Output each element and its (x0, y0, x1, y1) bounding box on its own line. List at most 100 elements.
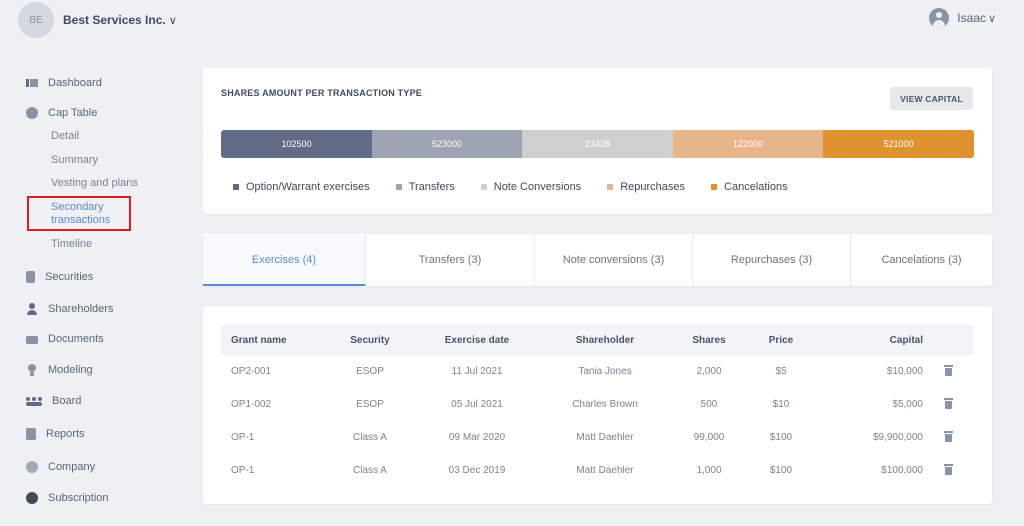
highlight-box (27, 196, 131, 231)
column-header-shareholder[interactable]: Shareholder (545, 325, 665, 355)
sidebar-item-label: Subscription (48, 492, 109, 504)
sidebar-item-label: Dashboard (48, 77, 102, 89)
column-header-security[interactable]: Security (331, 325, 409, 355)
chevron-down-icon: ∨ (987, 12, 996, 25)
tab-repurchases[interactable]: Repurchases (3) (693, 234, 851, 286)
sidebar-item-label: Cap Table (48, 107, 98, 119)
legend-swatch (607, 184, 614, 190)
shares-stacked-bar: 102500 523000 23428 122000 521000 (221, 130, 974, 158)
view-capital-button[interactable]: VIEW CAPITAL (890, 87, 973, 110)
trash-icon[interactable] (943, 397, 953, 409)
trash-icon[interactable] (943, 430, 953, 442)
folder-icon (26, 333, 38, 345)
legend-label: Repurchases (620, 181, 686, 193)
legend-item: Transfers (395, 181, 455, 193)
cell-price: $10 (772, 399, 790, 410)
sidebar-subitem-vesting[interactable]: Vesting and plans (51, 177, 138, 189)
cell-shareholder: Matt Daehler (576, 465, 634, 476)
legend-item: Cancelations (711, 181, 788, 193)
cell-exercise-date: 11 Jul 2021 (451, 366, 503, 377)
legend-label: Transfers (408, 181, 455, 193)
cell-security: ESOP (356, 399, 384, 410)
cell-price: $100 (769, 432, 793, 443)
user-menu[interactable]: Isaac ∨ (929, 8, 996, 28)
sidebar-item-board[interactable]: Board (26, 395, 81, 407)
sidebar-subitem-detail[interactable]: Detail (51, 130, 79, 142)
sidebar-item-dashboard[interactable]: Dashboard (26, 77, 102, 89)
company-switcher[interactable]: BE Best Services Inc. ∨ (18, 2, 177, 38)
table-row[interactable]: OP-1 Class A 03 Dec 2019 Matt Daehler 1,… (221, 454, 973, 487)
shares-card-title: SHARES AMOUNT PER TRANSACTION TYPE (221, 88, 422, 98)
pie-chart-icon (26, 107, 38, 119)
cell-capital: $9,900,000 (872, 432, 923, 443)
tab-note-conversions[interactable]: Note conversions (3) (535, 234, 693, 286)
sidebar-item-label: Modeling (48, 364, 93, 376)
cell-shares: 500 (700, 399, 718, 410)
cell-price: $5 (775, 366, 787, 377)
dollar-icon (26, 492, 38, 504)
cell-grant-name: OP1-002 (231, 399, 272, 410)
cell-shareholder: Tania Jones (578, 366, 632, 377)
table-row[interactable]: OP2-001 ESOP 11 Jul 2021 Tania Jones 2,0… (221, 355, 973, 388)
chevron-down-icon: ∨ (168, 14, 177, 27)
user-name: Isaac (957, 11, 986, 25)
sidebar-item-cap-table[interactable]: Cap Table (26, 107, 97, 119)
legend-swatch (395, 184, 402, 190)
dashboard-icon (26, 77, 38, 89)
legend-label: Cancelations (724, 181, 788, 193)
sidebar-item-documents[interactable]: Documents (26, 333, 104, 345)
table-row[interactable]: OP-1 Class A 09 Mar 2020 Matt Daehler 99… (221, 421, 973, 454)
sidebar-item-securities[interactable]: Securities (26, 271, 93, 283)
legend-item: Repurchases (607, 181, 685, 193)
lightbulb-icon (26, 364, 38, 376)
shares-card: SHARES AMOUNT PER TRANSACTION TYPE VIEW … (203, 68, 992, 214)
legend-label: Option/Warrant exercises (246, 181, 370, 193)
gear-icon (26, 461, 38, 473)
sidebar-item-reports[interactable]: Reports (26, 428, 85, 440)
legend-swatch (711, 184, 718, 190)
sidebar-subitem-summary[interactable]: Summary (51, 154, 98, 166)
sidebar-item-label: Company (48, 461, 96, 473)
column-header-capital[interactable]: Capital (809, 325, 923, 355)
cell-shareholder: Matt Daehler (576, 432, 634, 443)
user-circle-icon (929, 8, 950, 28)
exercises-card: Grant name Security Exercise date Shareh… (203, 306, 992, 504)
column-header-grant-name[interactable]: Grant name (221, 325, 331, 355)
report-icon (26, 428, 36, 440)
sidebar-item-company[interactable]: Company (26, 461, 95, 473)
column-header-price[interactable]: Price (753, 325, 809, 355)
tab-transfers[interactable]: Transfers (3) (366, 234, 535, 286)
cell-shareholder: Charles Brown (572, 399, 638, 410)
table-header-row: Grant name Security Exercise date Shareh… (221, 325, 973, 355)
cell-capital: $100,000 (881, 465, 923, 476)
table-row[interactable]: OP1-002 ESOP 05 Jul 2021 Charles Brown 5… (221, 388, 973, 421)
cell-shares: 2,000 (696, 366, 722, 377)
column-header-shares[interactable]: Shares (665, 325, 753, 355)
cell-price: $100 (769, 465, 793, 476)
legend-swatch (233, 184, 239, 190)
trash-icon[interactable] (943, 364, 953, 376)
sidebar-item-label: Documents (48, 333, 104, 345)
cell-capital: $10,000 (886, 366, 923, 377)
legend-item: Option/Warrant exercises (233, 181, 370, 193)
trash-icon[interactable] (943, 463, 953, 475)
sidebar-item-shareholders[interactable]: Shareholders (26, 303, 113, 315)
sidebar-item-modeling[interactable]: Modeling (26, 364, 93, 376)
sidebar-item-label: Securities (45, 271, 94, 283)
cell-security: Class A (353, 432, 387, 443)
tab-cancelations[interactable]: Cancelations (3) (851, 234, 992, 286)
bar-segment-note-conversions: 23428 (522, 130, 673, 158)
bar-segment-cancelations: 521000 (823, 130, 974, 158)
group-icon (26, 395, 42, 407)
company-avatar: BE (18, 2, 54, 38)
bar-segment-transfers: 523000 (372, 130, 522, 158)
sidebar-item-label: Board (52, 395, 82, 407)
column-header-exercise-date[interactable]: Exercise date (409, 325, 545, 355)
sidebar-subitem-timeline[interactable]: Timeline (51, 238, 92, 250)
bar-segment-repurchases: 122000 (673, 130, 823, 158)
top-bar: BE Best Services Inc. ∨ Isaac ∨ (0, 0, 1024, 40)
cell-exercise-date: 05 Jul 2021 (451, 399, 503, 410)
tab-exercises[interactable]: Exercises (4) (203, 234, 366, 286)
sidebar-item-subscription[interactable]: Subscription (26, 492, 109, 504)
cell-shares: 1,000 (696, 465, 722, 476)
